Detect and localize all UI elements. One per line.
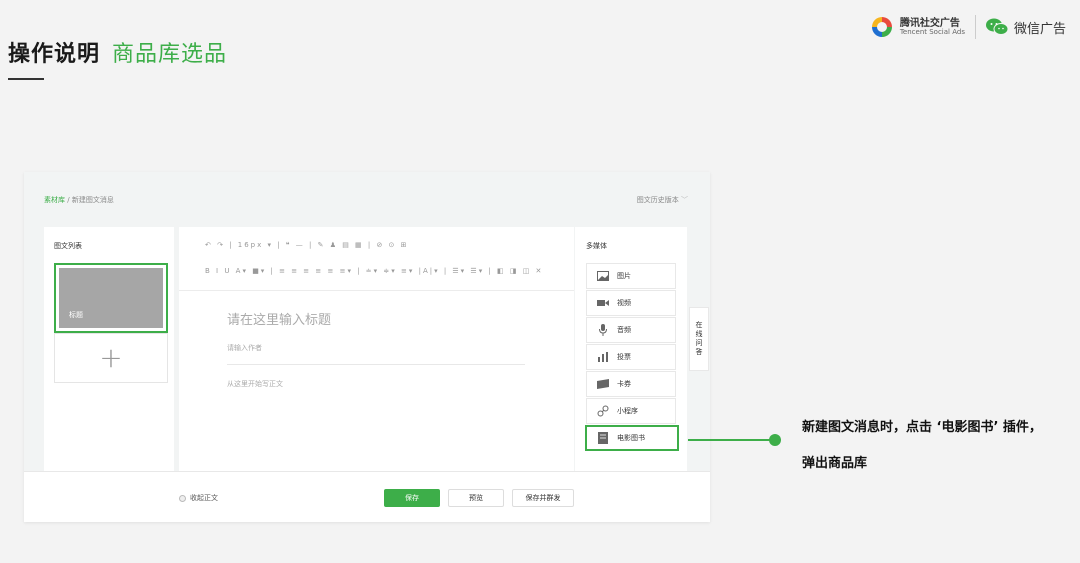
bar-chart-icon <box>597 352 609 362</box>
save-button[interactable]: 保存 <box>384 489 440 507</box>
media-item-label: 音频 <box>617 326 631 334</box>
media-item-mini-program[interactable]: 小程序 <box>586 398 676 424</box>
media-item-label: 投票 <box>617 353 631 361</box>
media-item-image[interactable]: 图片 <box>586 263 676 289</box>
video-icon <box>597 298 609 308</box>
body-input[interactable]: 从这里开始写正文 <box>227 379 283 389</box>
article-cover-placeholder: 标题 <box>59 268 163 328</box>
media-item-label: 小程序 <box>617 407 638 415</box>
link-icon <box>597 405 609 417</box>
tencent-social-ads-logo-icon <box>870 15 894 39</box>
radio-icon <box>179 494 186 502</box>
media-item-label: 电影图书 <box>617 434 645 442</box>
save-and-send-button[interactable]: 保存并群发 <box>512 489 574 507</box>
media-item-video[interactable]: 视频 <box>586 290 676 316</box>
tencent-brand-en: Tencent Social Ads <box>899 27 965 36</box>
qa-char: 答 <box>695 348 703 357</box>
editor-toolbar-row-2[interactable]: B I U A▾ ■▾ | ≡ ≡ ≡ ≡ ≡ ≡▾ | ≐▾ ≑▾ ≡▾ |A… <box>205 267 543 275</box>
ticket-icon <box>597 379 609 389</box>
wechat-ads-text: 微信广告 <box>1013 21 1066 37</box>
microphone-icon <box>597 324 609 336</box>
tencent-brand-cn: 腾讯社交广告 <box>899 17 960 29</box>
breadcrumb-current: 新建图文消息 <box>71 196 114 204</box>
multimedia-header: 多媒体 <box>586 242 607 250</box>
media-item-label: 视频 <box>617 299 631 307</box>
article-list-panel: 图文列表 标题 + <box>44 227 174 471</box>
callout-text: 新建图文消息时，点击 ‘电影图书’ 插件，弹出商品库 <box>802 420 1042 471</box>
media-item-coupon[interactable]: 卡券 <box>586 371 676 397</box>
article-thumb-title: 标题 <box>69 311 83 319</box>
preview-button[interactable]: 预览 <box>448 489 504 507</box>
media-item-movie-book[interactable]: 电影图书 <box>585 425 679 451</box>
media-item-audio[interactable]: 音频 <box>586 317 676 343</box>
wechat-icon <box>985 18 1009 36</box>
media-item-label: 卡券 <box>617 380 631 388</box>
qa-char: 线 <box>695 329 703 338</box>
multimedia-panel: 多媒体 图片 视频 音频 投票 卡券 小程序 电影图书 <box>575 227 687 471</box>
brand-separator <box>974 15 976 39</box>
editor-footer: 收起正文 保存 预览 保存并群发 <box>24 471 710 522</box>
editor-toolbar-row-1[interactable]: ↶ ↷ | 16px ▾ | ❝ — | ✎ ♟ ▤ ▦ | ⊘ ⊙ ⊞ <box>205 241 409 249</box>
slide-title-sub: 商品库选品 <box>112 42 228 67</box>
history-versions-label: 图文历史版本 <box>636 196 679 204</box>
breadcrumb: 素材库 / 新建图文消息 <box>44 195 114 205</box>
article-thumbnail-selected[interactable]: 标题 <box>54 263 168 333</box>
article-list-header: 图文列表 <box>54 242 82 250</box>
slide-title-main: 操作说明 <box>8 42 101 67</box>
title-underline <box>8 78 44 80</box>
history-versions-dropdown[interactable]: 图文历史版本 ﹀ <box>637 195 688 205</box>
media-item-vote[interactable]: 投票 <box>586 344 676 370</box>
add-article-button[interactable]: + <box>54 333 168 383</box>
collapse-body-toggle[interactable]: 收起正文 <box>179 493 218 503</box>
callout-connector-dot <box>769 434 781 446</box>
title-input[interactable]: 请在这里输入标题 <box>227 309 331 328</box>
brand-bar: 腾讯社交广告 Tencent Social Ads 微信广告 <box>870 12 1066 42</box>
slide-title: 操作说明 商品库选品 <box>8 36 227 68</box>
collapse-body-label: 收起正文 <box>190 494 218 502</box>
breadcrumb-separator: / <box>67 196 70 204</box>
tencent-brand-text: 腾讯社交广告 Tencent Social Ads <box>900 18 965 37</box>
image-icon <box>597 271 609 281</box>
qa-char: 问 <box>695 339 703 347</box>
book-icon <box>597 432 609 444</box>
callout-connector-line <box>688 439 772 441</box>
editor-main-panel: ↶ ↷ | 16px ▾ | ❝ — | ✎ ♟ ▤ ▦ | ⊘ ⊙ ⊞ B I… <box>179 227 574 471</box>
author-input[interactable]: 请输入作者 <box>227 343 262 353</box>
breadcrumb-material-library[interactable]: 素材库 <box>44 196 65 204</box>
author-divider <box>227 364 525 365</box>
chevron-down-icon: ﹀ <box>681 196 688 204</box>
media-item-label: 图片 <box>617 272 631 280</box>
toolbar-divider <box>179 290 574 291</box>
article-editor: 素材库 / 新建图文消息 图文历史版本 ﹀ 图文列表 标题 + ↶ ↷ | 16… <box>24 172 710 522</box>
qa-char: 在 <box>695 320 703 329</box>
plus-icon: + <box>99 341 123 374</box>
online-qa-tab[interactable]: 在 线 问 答 <box>689 307 709 371</box>
